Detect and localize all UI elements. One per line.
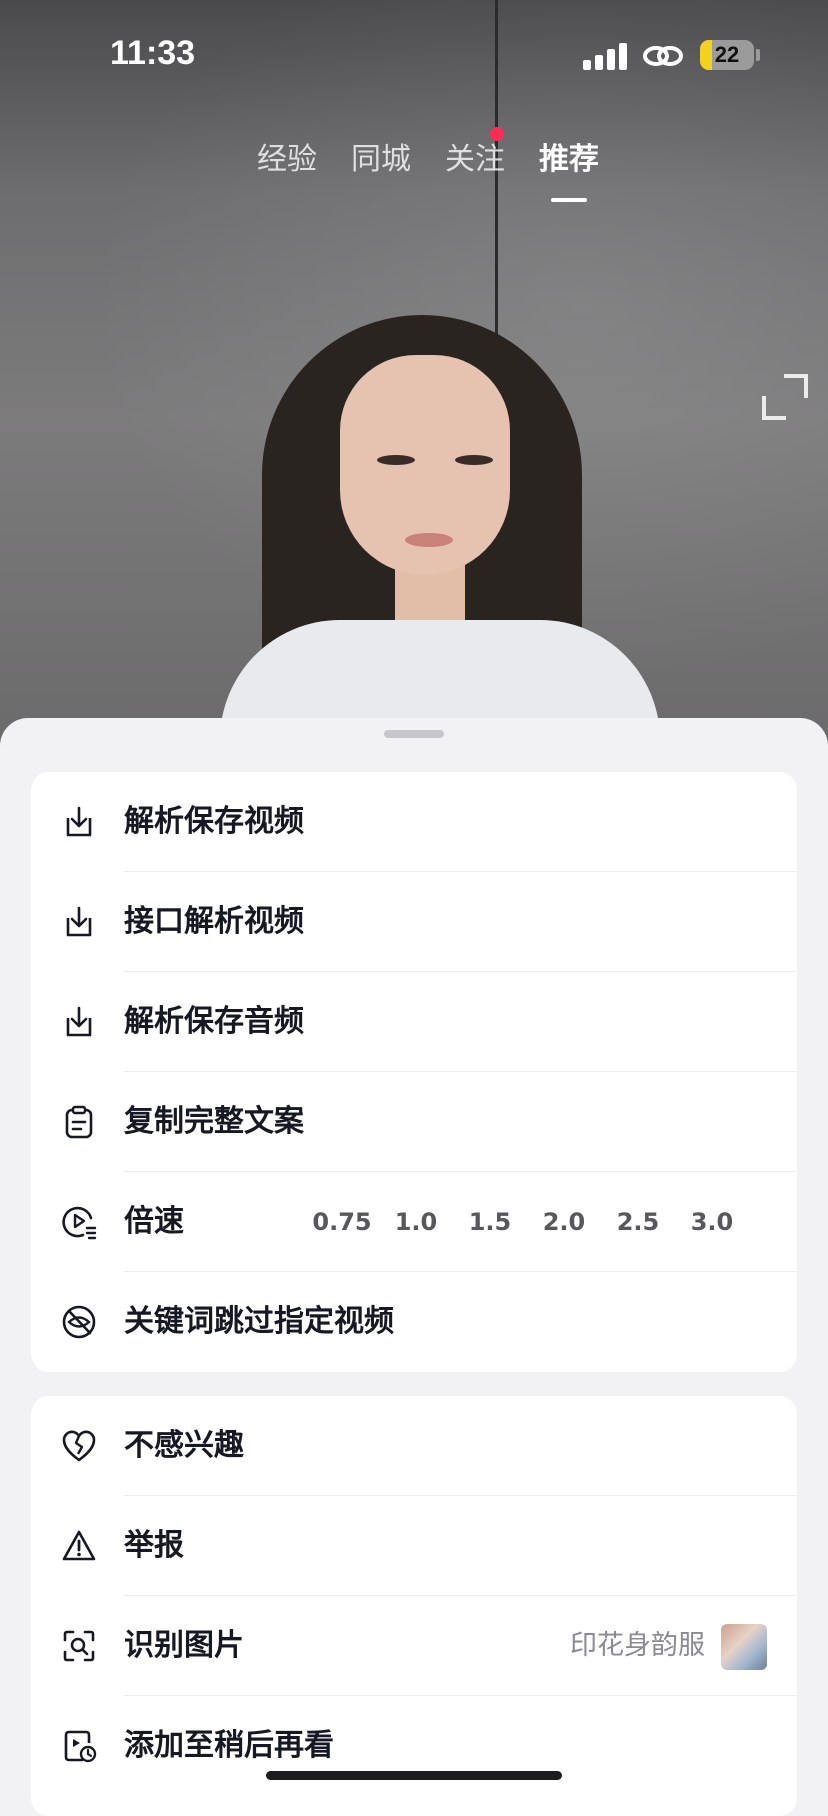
tab-same-city[interactable]: 同城	[334, 134, 428, 178]
video-person-eye-right	[455, 455, 493, 465]
sheet-drag-handle[interactable]	[384, 730, 444, 738]
notification-dot	[490, 127, 504, 141]
status-time: 11:33	[110, 34, 196, 72]
menu-item-keyword-skip[interactable]: 关键词跳过指定视频	[31, 1272, 797, 1372]
menu-item-copy-caption[interactable]: 复制完整文案	[31, 1072, 797, 1172]
menu-card-feedback: 不感兴趣 举报 识别图片 印花身韵服 添加至稍后再看	[31, 1396, 797, 1816]
clipboard-icon	[65, 1105, 93, 1139]
menu-item-api-parse-video[interactable]: 接口解析视频	[31, 872, 797, 972]
video-person-eye-left	[377, 455, 415, 465]
download-icon	[66, 906, 92, 937]
top-tab-bar: 经验 同城 关注 推荐	[240, 134, 616, 202]
speed-option-3-0[interactable]: 3.0	[675, 1172, 749, 1272]
speed-option-1-0[interactable]: 1.0	[379, 1172, 453, 1272]
broken-heart-icon	[62, 1430, 96, 1462]
home-indicator[interactable]	[266, 1771, 562, 1780]
menu-item-label: 识别图片	[124, 1628, 244, 1663]
speed-option-2-5[interactable]: 2.5	[601, 1172, 675, 1272]
recognized-item-text: 印花身韵服	[570, 1630, 705, 1661]
menu-item-label: 解析保存视频	[124, 804, 304, 839]
battery-indicator: 22	[700, 40, 754, 70]
playback-speed-icon	[62, 1206, 97, 1240]
recognized-item-thumbnail	[721, 1624, 767, 1670]
menu-item-label: 倍速	[124, 1204, 184, 1239]
tab-following[interactable]: 关注	[428, 134, 522, 178]
tab-experience[interactable]: 经验	[240, 134, 334, 178]
menu-item-parse-save-audio[interactable]: 解析保存音频	[31, 972, 797, 1072]
scan-image-icon	[63, 1630, 95, 1662]
menu-item-report[interactable]: 举报	[31, 1496, 797, 1596]
menu-item-playback-speed: 倍速 0.75 1.0 1.5 2.0 2.5 3.0	[31, 1172, 797, 1272]
block-eye-icon	[62, 1305, 96, 1339]
hotspot-link-icon	[643, 46, 683, 66]
tab-recommended[interactable]: 推荐	[522, 134, 616, 202]
battery-nub	[756, 49, 760, 61]
download-icon	[66, 806, 92, 837]
menu-item-label: 复制完整文案	[124, 1104, 304, 1139]
video-player[interactable]	[0, 0, 828, 760]
menu-item-label: 添加至稍后再看	[124, 1728, 334, 1763]
speed-option-2-0[interactable]: 2.0	[527, 1172, 601, 1272]
battery-level: 22	[714, 42, 740, 67]
menu-item-parse-save-video[interactable]: 解析保存视频	[31, 772, 797, 872]
speed-option-1-5[interactable]: 1.5	[453, 1172, 527, 1272]
menu-item-label: 接口解析视频	[124, 904, 304, 939]
menu-item-label: 不感兴趣	[124, 1428, 244, 1463]
menu-card-tools: 解析保存视频 接口解析视频 解析保存音频 复制完整文案 倍速 0.75 1.0 …	[31, 772, 797, 1372]
menu-item-label: 解析保存音频	[124, 1004, 304, 1039]
warning-icon	[62, 1530, 96, 1561]
menu-item-label: 关键词跳过指定视频	[124, 1304, 394, 1339]
menu-item-recognize-image[interactable]: 识别图片 印花身韵服	[31, 1596, 797, 1696]
video-person-lips	[405, 533, 453, 547]
watch-later-icon	[64, 1730, 97, 1763]
speed-option-0-75[interactable]: 0.75	[305, 1172, 379, 1272]
menu-item-label: 举报	[124, 1528, 184, 1563]
fullscreen-icon[interactable]	[760, 372, 810, 422]
menu-item-not-interested[interactable]: 不感兴趣	[31, 1396, 797, 1496]
signal-icon	[583, 42, 627, 70]
speed-options: 0.75 1.0 1.5 2.0 2.5 3.0	[305, 1172, 749, 1272]
share-action-sheet: 解析保存视频 接口解析视频 解析保存音频 复制完整文案 倍速 0.75 1.0 …	[0, 718, 828, 1816]
menu-item-watch-later[interactable]: 添加至稍后再看	[31, 1696, 797, 1796]
download-icon	[66, 1006, 92, 1037]
